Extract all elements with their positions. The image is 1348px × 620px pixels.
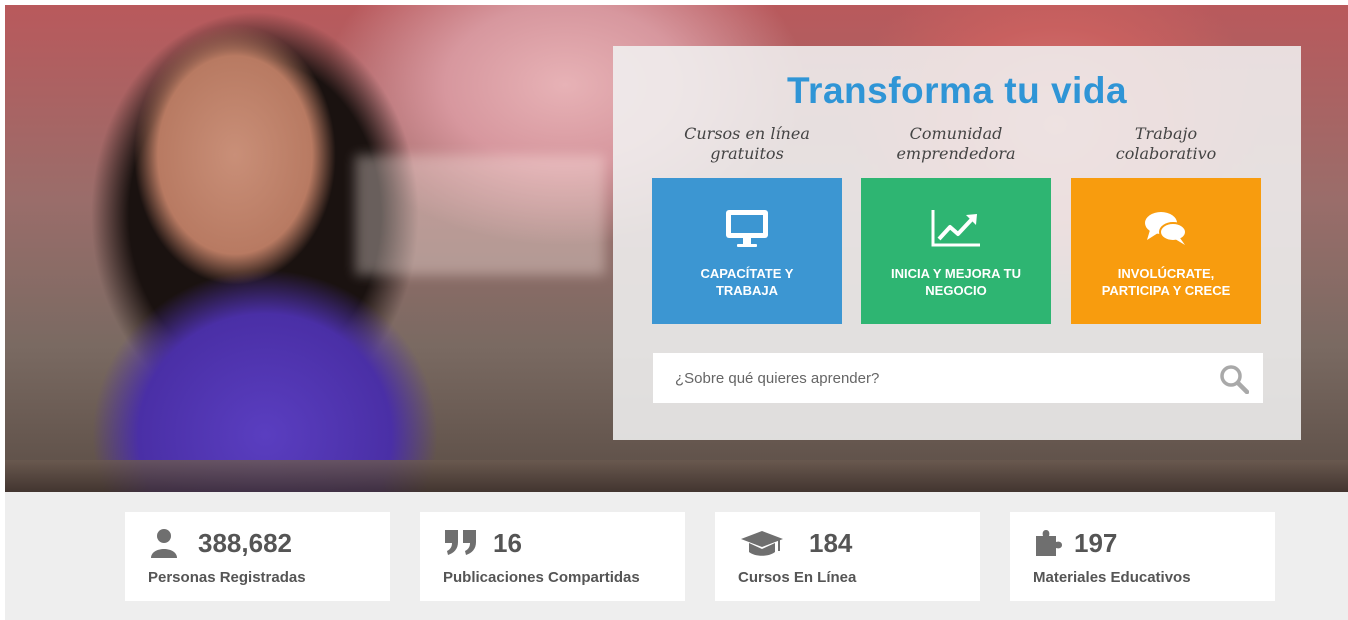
stat-label: Materiales Educativos [1033,569,1191,586]
background-photo-counter [5,460,1348,492]
tile-label: CAPACÍTATE Y TRABAJA [662,265,832,299]
search-icon[interactable] [1219,364,1250,395]
background-photo-glare [355,155,605,275]
stat-value: 184 [809,528,853,558]
stat-registered-people: 388,682 Personas Registradas [125,512,390,601]
stat-value: 16 [493,528,522,558]
tagline-line: Comunidad [909,124,1003,143]
graduation-cap-icon [739,528,785,558]
search-input[interactable] [653,353,1193,403]
stat-educational-materials: 197 Materiales Educativos [1010,512,1275,601]
tagline-line: emprendedora [896,144,1016,163]
tagline-courses: Cursos en línea gratuitos [652,124,842,164]
hero-title: Transforma tu vida [786,70,1128,111]
stat-shared-publications: 16 Publicaciones Compartidas [420,512,685,601]
tile-label-line: INICIA Y MEJORA TU [890,266,1022,281]
chart-line-icon [861,208,1051,248]
tile-label-line: INVOLÚCRATE, [1117,266,1215,281]
tile-label-line: TRABAJA [715,283,779,298]
hero-panel: Transforma tu vida Cursos en línea gratu… [613,46,1301,440]
user-icon [149,528,181,558]
monitor-icon [652,208,842,248]
tile-label: INVOLÚCRATE, PARTICIPA Y CRECE [1081,265,1251,299]
quote-icon [444,528,476,558]
tile-capacitate[interactable]: CAPACÍTATE Y TRABAJA [652,178,842,324]
puzzle-icon [1034,528,1066,558]
stats-band: 388,682 Personas Registradas 16 Publicac… [5,492,1348,620]
tile-label: INICIA Y MEJORA TU NEGOCIO [871,265,1041,299]
stat-value: 197 [1074,528,1118,558]
chat-bubbles-icon [1071,208,1261,248]
tile-label-line: PARTICIPA Y CRECE [1101,283,1231,298]
tagline-line: colaborativo [1115,144,1217,163]
tagline-collaboration: Trabajo colaborativo [1071,124,1261,164]
stat-label: Cursos En Línea [738,569,857,586]
stat-value: 388,682 [198,528,292,558]
stat-label: Personas Registradas [148,569,306,586]
tile-label-line: NEGOCIO [925,283,987,298]
tile-involucrate[interactable]: INVOLÚCRATE, PARTICIPA Y CRECE [1071,178,1261,324]
stat-label: Publicaciones Compartidas [443,569,640,586]
tagline-line: Trabajo [1134,124,1198,143]
tagline-community: Comunidad emprendedora [861,124,1051,164]
tagline-line: Cursos en línea [684,124,810,143]
stat-online-courses: 184 Cursos En Línea [715,512,980,601]
search-box [653,353,1263,403]
tile-label-line: CAPACÍTATE Y [700,266,794,281]
tile-inicia-negocio[interactable]: INICIA Y MEJORA TU NEGOCIO [861,178,1051,324]
tagline-line: gratuitos [710,144,784,163]
